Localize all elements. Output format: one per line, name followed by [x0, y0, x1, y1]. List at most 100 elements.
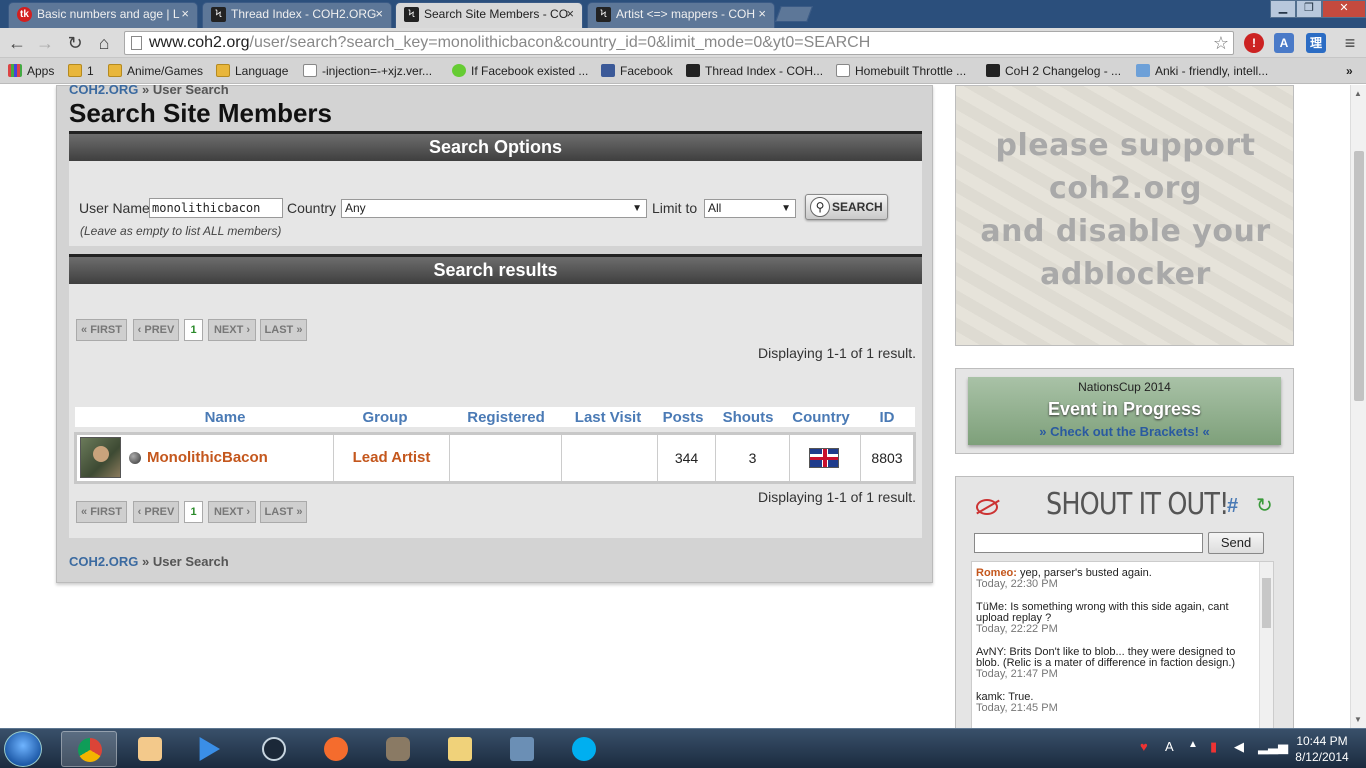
tab-thread-index[interactable]: Ϟ Thread Index - COH2.ORG ×: [202, 2, 392, 28]
pager-next-button[interactable]: NEXT ›: [208, 501, 256, 523]
list-item: AvNY: Brits Don't like to blob... they w…: [976, 647, 1258, 680]
minimize-button[interactable]: ▁: [1270, 0, 1296, 18]
bookmark-coh2-changelog[interactable]: CoH 2 Changelog - ...: [986, 62, 1121, 80]
menu-icon[interactable]: ≡: [1340, 33, 1360, 53]
volume-icon[interactable]: ◀: [1234, 739, 1244, 755]
column-header-id[interactable]: ID: [859, 409, 915, 426]
tab-search-site-members[interactable]: Ϟ Search Site Members - CO ×: [395, 2, 583, 29]
pager-next-button[interactable]: NEXT ›: [208, 319, 256, 341]
bookmark-thread-index[interactable]: Thread Index - COH...: [686, 62, 823, 80]
column-header-posts[interactable]: Posts: [655, 409, 711, 426]
facebook-icon: [601, 64, 615, 77]
bookmark-label: CoH 2 Changelog - ...: [1005, 64, 1122, 78]
reload-icon[interactable]: ↻: [64, 32, 86, 54]
bookmark-label: Homebuilt Throttle ...: [855, 64, 967, 78]
shout-scrollbar[interactable]: [1259, 562, 1273, 728]
tray-show-hidden-icon[interactable]: ▲: [1188, 739, 1198, 750]
country-select[interactable]: Any ▼: [341, 199, 647, 218]
tab-basic-numbers[interactable]: tk Basic numbers and age | L ×: [8, 2, 198, 28]
column-header-country[interactable]: Country: [785, 409, 857, 426]
search-icon: ⚲: [810, 197, 830, 217]
pager-prev-button[interactable]: ‹ PREV: [133, 319, 179, 341]
taskbar-media-player[interactable]: [180, 731, 236, 767]
refresh-icon[interactable]: ↻: [1256, 493, 1273, 518]
taskbar-explorer[interactable]: [432, 731, 488, 767]
taskbar-origin[interactable]: [308, 731, 364, 767]
tab-close-icon[interactable]: ×: [758, 3, 766, 25]
close-window-button[interactable]: ✕: [1322, 0, 1366, 18]
maximize-button[interactable]: ❐: [1296, 0, 1322, 18]
bookmark-injection[interactable]: -injection=-+xjz.ver...: [303, 62, 432, 80]
scroll-down-icon[interactable]: ▼: [1354, 715, 1362, 724]
tab-close-icon[interactable]: ×: [375, 3, 383, 25]
limit-select[interactable]: All ▼: [704, 199, 796, 218]
shout-input[interactable]: [974, 533, 1203, 553]
tray-power-icon[interactable]: ▮: [1210, 739, 1217, 755]
bookmark-facebook[interactable]: Facebook: [601, 62, 673, 80]
column-header-group[interactable]: Group: [337, 409, 433, 426]
bookmark-folder-anime-games[interactable]: Anime/Games: [108, 62, 203, 80]
tray-ime-icon[interactable]: A: [1165, 739, 1174, 754]
taskbar-clock[interactable]: 10:44 PM 8/12/2014: [1290, 733, 1354, 765]
taskbar-steam[interactable]: [246, 731, 302, 767]
tab-artist-mappers[interactable]: Ϟ Artist <=> mappers - COH ×: [587, 2, 775, 28]
translate-extension-icon[interactable]: A: [1274, 33, 1294, 53]
folder-icon: [216, 64, 230, 77]
taskbar-app-star[interactable]: [494, 731, 550, 767]
nationscup-banner[interactable]: NationsCup 2014 Event in Progress » Chec…: [968, 377, 1281, 445]
bookmark-folder-1[interactable]: 1: [68, 62, 94, 80]
column-header-shouts[interactable]: Shouts: [713, 409, 783, 426]
taskbar-chrome[interactable]: [61, 731, 117, 767]
shoutbox-archive-hash[interactable]: #: [1227, 495, 1238, 518]
tab-close-icon[interactable]: ×: [566, 3, 574, 25]
pager-page-1[interactable]: 1: [184, 501, 203, 523]
pager-first-button[interactable]: « FIRST: [76, 501, 127, 523]
dictionary-extension-icon[interactable]: 理: [1306, 33, 1326, 53]
member-name-link[interactable]: MonolithicBacon: [77, 435, 334, 481]
bookmarks-overflow-chevron-icon[interactable]: »: [1346, 62, 1353, 80]
pager-page-1[interactable]: 1: [184, 319, 203, 341]
tab-close-icon[interactable]: ×: [181, 3, 189, 25]
username-input[interactable]: monolithicbacon: [149, 198, 283, 218]
start-button[interactable]: [4, 731, 42, 767]
back-arrow-icon[interactable]: ←: [6, 32, 28, 54]
taskbar-gimp[interactable]: [370, 731, 426, 767]
send-button[interactable]: Send: [1208, 532, 1264, 554]
bookmark-homebuilt-throttle[interactable]: Homebuilt Throttle ...: [836, 62, 966, 80]
column-header-last-visit[interactable]: Last Visit: [560, 409, 656, 426]
pager-last-button[interactable]: LAST »: [260, 319, 307, 341]
column-header-name[interactable]: Name: [177, 409, 273, 426]
page-icon: [836, 64, 850, 77]
brackets-link[interactable]: » Check out the Brackets! «: [968, 424, 1281, 439]
search-button[interactable]: ⚲ SEARCH: [805, 194, 888, 220]
scroll-up-icon[interactable]: ▲: [1354, 89, 1362, 98]
bookmark-folder-language[interactable]: Language: [216, 62, 288, 80]
adblock-line: adblocker: [1040, 257, 1211, 292]
no-sound-icon[interactable]: [976, 499, 998, 515]
address-bar[interactable]: www.coh2.org/user/search?search_key=mono…: [124, 31, 1234, 55]
taskbar-skype[interactable]: [556, 731, 612, 767]
page-scrollbar[interactable]: ▲ ▼: [1350, 85, 1366, 728]
new-tab-button[interactable]: [775, 6, 813, 22]
column-header-registered[interactable]: Registered: [451, 409, 561, 426]
forward-arrow-icon[interactable]: →: [34, 32, 56, 54]
bookmark-if-facebook[interactable]: If Facebook existed ...: [452, 62, 588, 80]
breadcrumb-home-link[interactable]: COH2.ORG: [69, 554, 138, 569]
breadcrumb-home-link[interactable]: COH2.ORG: [69, 85, 138, 97]
bookmark-anki[interactable]: Anki - friendly, intell...: [1136, 62, 1268, 80]
pager-first-button[interactable]: « FIRST: [76, 319, 127, 341]
pager-last-button[interactable]: LAST »: [260, 501, 307, 523]
extension-red-icon[interactable]: !: [1244, 33, 1264, 53]
tray-heart-icon[interactable]: ♥: [1140, 739, 1148, 754]
search-options-header: Search Options: [69, 131, 922, 161]
taskbar-hearts-app[interactable]: [122, 731, 178, 767]
bookmark-apps[interactable]: Apps: [8, 62, 54, 80]
bookmark-label: If Facebook existed ...: [471, 64, 589, 78]
page-scroll-thumb[interactable]: [1354, 151, 1364, 401]
bookmark-star-icon[interactable]: ☆: [1213, 32, 1229, 54]
pager-prev-button[interactable]: ‹ PREV: [133, 501, 179, 523]
home-icon[interactable]: ⌂: [93, 32, 115, 54]
signal-icon[interactable]: ▂▃▅: [1258, 739, 1288, 755]
origin-icon: [324, 737, 348, 761]
shout-scroll-thumb[interactable]: [1262, 578, 1271, 628]
